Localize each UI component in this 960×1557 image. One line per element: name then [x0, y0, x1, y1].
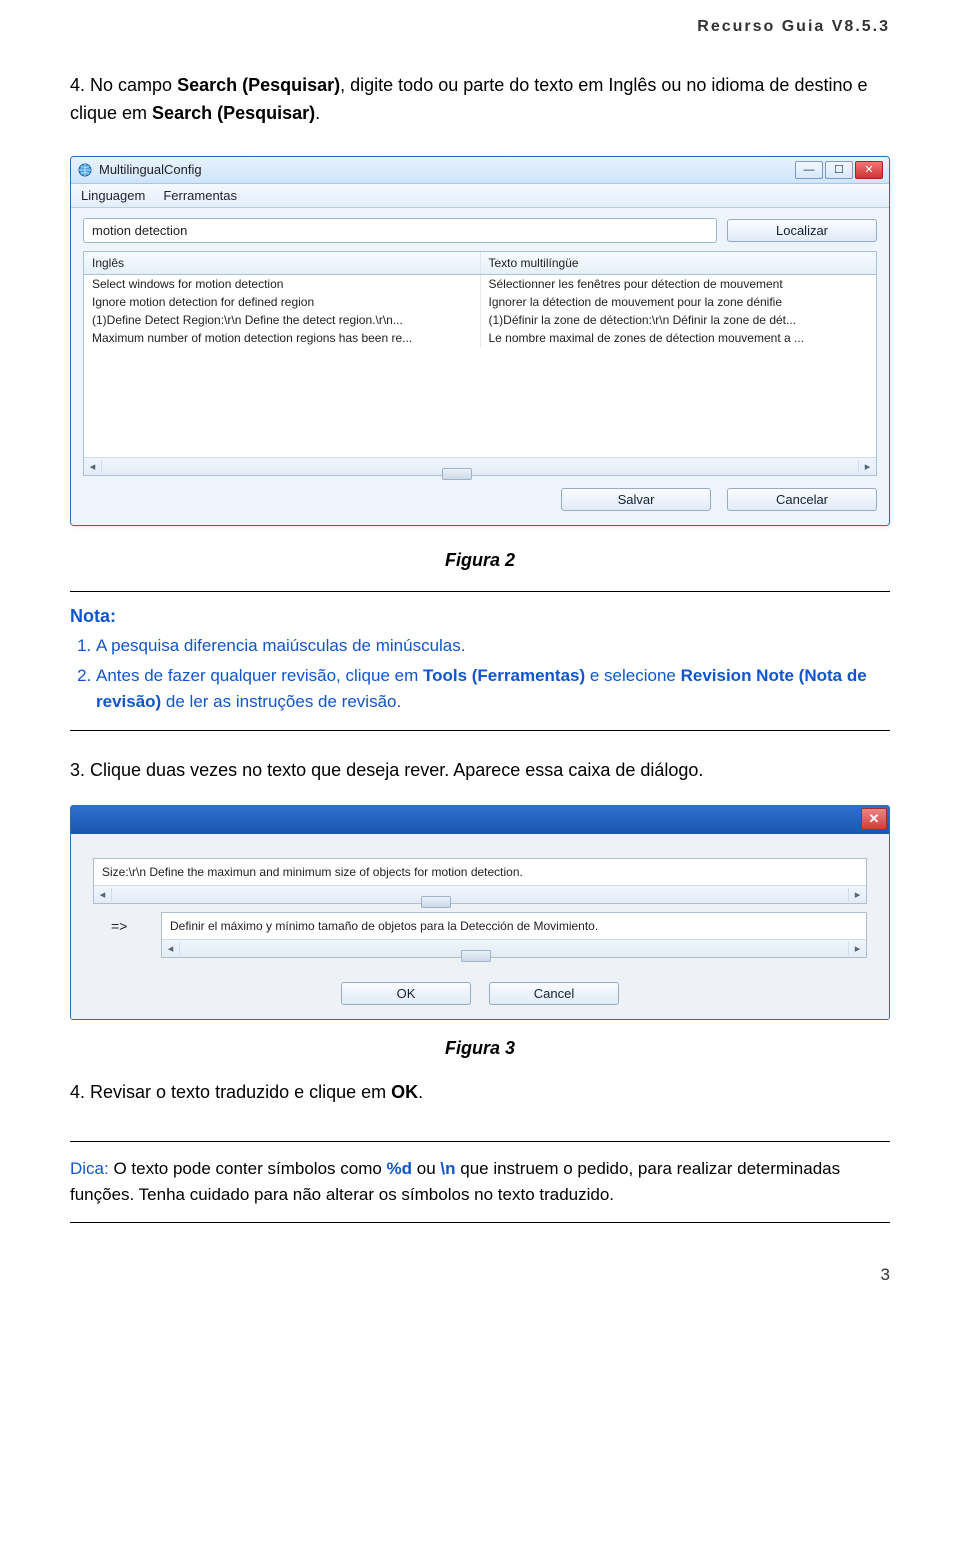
t: Antes de fazer qualquer revisão, clique … — [96, 666, 423, 685]
results-table: Inglês Texto multilíngüe Select windows … — [83, 251, 877, 476]
note-item-2: Antes de fazer qualquer revisão, clique … — [96, 663, 890, 716]
window-title: MultilingualConfig — [99, 162, 795, 177]
h-scrollbar[interactable]: ◂ ▸ — [94, 885, 866, 903]
search-input[interactable]: motion detection — [83, 218, 717, 243]
sym-pd: %d — [387, 1159, 413, 1178]
step-4: 4. No campo Search (Pesquisar), digite t… — [70, 72, 890, 128]
doc-header: Recurso Guia V8.5.3 — [70, 0, 890, 66]
scroll-left-icon[interactable]: ◂ — [94, 888, 112, 901]
h-scrollbar[interactable]: ◂ ▸ — [162, 939, 866, 957]
source-text: Size:\r\n Define the maximun and minimum… — [94, 859, 866, 885]
note-list: A pesquisa diferencia maiúsculas de minú… — [70, 633, 890, 716]
scroll-right-icon[interactable]: ▸ — [858, 460, 876, 473]
t: 4. No campo — [70, 75, 177, 95]
t: de ler as instruções de revisão. — [161, 692, 401, 711]
cell-ml: Le nombre maximal de zones de détection … — [481, 329, 877, 347]
globe-icon — [77, 162, 93, 178]
scroll-thumb[interactable] — [421, 896, 451, 908]
tip-block: Dica: O texto pode conter símbolos como … — [70, 1156, 890, 1209]
arrow-indicator: => — [93, 912, 149, 934]
cell-en: Ignore motion detection for defined regi… — [84, 293, 481, 311]
step-3: 3. Clique duas vezes no texto que deseja… — [70, 757, 890, 785]
table-row[interactable]: Maximum number of motion detection regio… — [84, 329, 876, 347]
note-item-1: A pesquisa diferencia maiúsculas de minú… — [96, 633, 890, 659]
minimize-button[interactable]: — — [795, 161, 823, 179]
scroll-right-icon[interactable]: ▸ — [848, 942, 866, 955]
translate-dialog: ✕ Size:\r\n Define the maximun and minim… — [70, 805, 890, 1020]
col-multilingual[interactable]: Texto multilíngüe — [481, 252, 877, 274]
multilingual-config-window: MultilingualConfig — ☐ ✕ Linguagem Ferra… — [70, 156, 890, 526]
t: ou — [412, 1159, 440, 1178]
figure-2-label: Figura 2 — [70, 550, 890, 571]
source-text-box: Size:\r\n Define the maximun and minimum… — [93, 858, 867, 904]
maximize-button[interactable]: ☐ — [825, 161, 853, 179]
table-row[interactable]: Ignore motion detection for defined regi… — [84, 293, 876, 311]
cancel-button[interactable]: Cancel — [489, 982, 619, 1005]
t: OK — [391, 1082, 418, 1102]
scroll-right-icon[interactable]: ▸ — [848, 888, 866, 901]
note-heading: Nota: — [70, 606, 890, 627]
titlebar: ✕ — [71, 806, 889, 834]
cell-ml: Ignorer la détection de mouvement pour l… — [481, 293, 877, 311]
t: Search (Pesquisar) — [152, 103, 315, 123]
t: 4. Revisar o texto traduzido e clique em — [70, 1082, 391, 1102]
target-text[interactable]: Definir el máximo y mínimo tamaño de obj… — [162, 913, 866, 939]
cell-en: Maximum number of motion detection regio… — [84, 329, 481, 347]
t: . — [418, 1082, 423, 1102]
target-text-box[interactable]: Definir el máximo y mínimo tamaño de obj… — [161, 912, 867, 958]
t: . — [315, 103, 320, 123]
cancel-button[interactable]: Cancelar — [727, 488, 877, 511]
t: O texto pode conter símbolos como — [109, 1159, 387, 1178]
search-button[interactable]: Localizar — [727, 219, 877, 242]
cell-en: Select windows for motion detection — [84, 275, 481, 293]
scroll-thumb[interactable] — [442, 468, 472, 480]
table-row[interactable]: Select windows for motion detection Séle… — [84, 275, 876, 293]
scroll-thumb[interactable] — [461, 950, 491, 962]
menubar: Linguagem Ferramentas — [71, 184, 889, 208]
close-button[interactable]: ✕ — [855, 161, 883, 179]
t: e selecione — [585, 666, 680, 685]
t: Search (Pesquisar) — [177, 75, 340, 95]
h-scrollbar[interactable]: ◂ ▸ — [84, 457, 876, 475]
titlebar: MultilingualConfig — ☐ ✕ — [71, 157, 889, 184]
t: Tools (Ferramentas) — [423, 666, 585, 685]
tip-label: Dica: — [70, 1159, 109, 1178]
menu-tools[interactable]: Ferramentas — [163, 188, 237, 203]
cell-ml: (1)Définir la zone de détection:\r\n Déf… — [481, 311, 877, 329]
scroll-left-icon[interactable]: ◂ — [162, 942, 180, 955]
cell-en: (1)Define Detect Region:\r\n Define the … — [84, 311, 481, 329]
menu-language[interactable]: Linguagem — [81, 188, 145, 203]
save-button[interactable]: Salvar — [561, 488, 711, 511]
ok-button[interactable]: OK — [341, 982, 471, 1005]
scroll-left-icon[interactable]: ◂ — [84, 460, 102, 473]
table-row[interactable]: (1)Define Detect Region:\r\n Define the … — [84, 311, 876, 329]
cell-ml: Sélectionner les fenêtres pour détection… — [481, 275, 877, 293]
close-button[interactable]: ✕ — [861, 808, 887, 830]
figure-3-label: Figura 3 — [70, 1038, 890, 1059]
step-4b: 4. Revisar o texto traduzido e clique em… — [70, 1079, 890, 1107]
col-english[interactable]: Inglês — [84, 252, 481, 274]
sym-nl: \n — [440, 1159, 455, 1178]
page-number: 3 — [70, 1237, 890, 1285]
table-empty — [84, 347, 876, 457]
